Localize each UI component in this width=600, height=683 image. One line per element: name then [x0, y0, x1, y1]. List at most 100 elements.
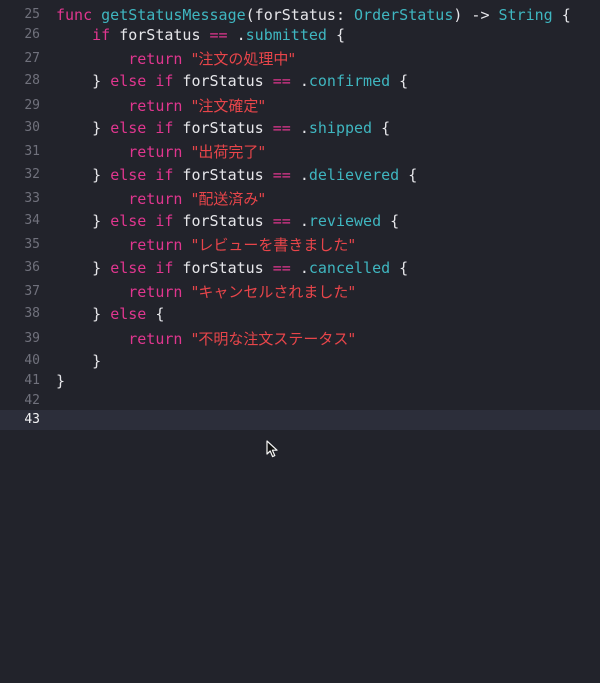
- code-editor[interactable]: 25 func getStatusMessage(forStatus: Order…: [0, 0, 600, 683]
- code-line[interactable]: 32 } else if forStatus == .delievered {: [0, 165, 600, 185]
- code-line[interactable]: 34 } else if forStatus == .reviewed {: [0, 211, 600, 231]
- code-token: "キャンセルされました": [191, 283, 356, 301]
- line-number: 29: [24, 98, 40, 113]
- code-token: return: [128, 283, 183, 301]
- code-token: .: [290, 119, 309, 137]
- mouse-pointer-icon: [266, 440, 278, 458]
- code-line[interactable]: 38 } else {: [0, 304, 600, 324]
- code-line[interactable]: 29 return "注文確定": [0, 96, 600, 116]
- code-line[interactable]: 40 }: [0, 351, 600, 371]
- code-token: "レビューを書きました": [191, 236, 356, 254]
- code-token: }: [56, 352, 102, 370]
- code-token: else: [110, 305, 147, 323]
- code-token: ) ->: [453, 6, 499, 24]
- code-line[interactable]: 36 } else if forStatus == .cancelled {: [0, 258, 600, 278]
- code-token: OrderStatus: [354, 6, 454, 24]
- code-text: } else if forStatus == .delievered {: [56, 165, 417, 185]
- code-token: reviewed: [308, 212, 382, 230]
- code-line[interactable]: 35 return "レビューを書きました": [0, 235, 600, 255]
- code-token: return: [128, 97, 183, 115]
- code-token: getStatusMessage: [101, 6, 246, 24]
- code-token: .: [290, 166, 309, 184]
- code-token: if: [155, 259, 174, 277]
- code-text: func getStatusMessage(forStatus: OrderSt…: [56, 5, 571, 25]
- code-token: {: [390, 259, 409, 277]
- code-line[interactable]: 26 if forStatus == .submitted {: [0, 25, 600, 45]
- code-token: .: [290, 212, 309, 230]
- code-token: {: [390, 72, 409, 90]
- line-number: 32: [24, 167, 40, 182]
- line-number: 37: [24, 284, 40, 299]
- code-line[interactable]: 39 return "不明な注文ステータス": [0, 329, 600, 349]
- line-number: 28: [24, 73, 40, 88]
- code-token: ==: [272, 72, 291, 90]
- code-token: {: [372, 119, 391, 137]
- code-token: else: [110, 119, 147, 137]
- code-token: else: [110, 212, 147, 230]
- code-token: }: [56, 166, 111, 184]
- code-text: return "注文確定": [56, 96, 265, 116]
- code-text: return "注文の処理中": [56, 49, 295, 69]
- code-text: } else if forStatus == .reviewed {: [56, 211, 399, 231]
- code-token: ==: [272, 259, 291, 277]
- code-token: return: [128, 143, 183, 161]
- code-line[interactable]: 27 return "注文の処理中": [0, 49, 600, 69]
- code-line[interactable]: 37 return "キャンセルされました": [0, 282, 600, 302]
- code-text: return "出荷完了": [56, 142, 265, 162]
- line-number: 42: [24, 393, 40, 408]
- code-token: cancelled: [308, 259, 391, 277]
- code-token: else: [110, 72, 147, 90]
- code-token: else: [110, 259, 147, 277]
- code-line[interactable]: 42: [0, 391, 600, 411]
- code-token: "注文確定": [191, 97, 266, 115]
- code-token: func: [56, 6, 93, 24]
- code-token: ==: [272, 166, 291, 184]
- code-token: }: [56, 372, 66, 390]
- code-line[interactable]: 30 } else if forStatus == .shipped {: [0, 118, 600, 138]
- code-token: if: [155, 72, 174, 90]
- code-token: {: [326, 26, 345, 44]
- code-token: "配送済み": [191, 190, 266, 208]
- code-token: return: [128, 330, 183, 348]
- code-token: if: [155, 212, 174, 230]
- code-token: String: [498, 6, 553, 24]
- code-token: delievered: [308, 166, 400, 184]
- line-number: 26: [24, 27, 40, 42]
- code-token: }: [56, 212, 111, 230]
- code-line[interactable]: 41}: [0, 371, 600, 391]
- line-number: 36: [24, 260, 40, 275]
- code-token: {: [399, 166, 418, 184]
- line-number: 39: [24, 331, 40, 346]
- code-text: return "不明な注文ステータス": [56, 329, 355, 349]
- code-token: if: [92, 26, 111, 44]
- code-text: } else if forStatus == .shipped {: [56, 118, 390, 138]
- code-token: return: [128, 236, 183, 254]
- code-token: return: [128, 190, 183, 208]
- line-number: 27: [24, 51, 40, 66]
- code-line[interactable]: 31 return "出荷完了": [0, 142, 600, 162]
- code-token: forStatus: [173, 212, 273, 230]
- code-text: }: [56, 351, 101, 371]
- code-line[interactable]: 28 } else if forStatus == .confirmed {: [0, 71, 600, 91]
- code-token: return: [128, 50, 183, 68]
- line-number: 25: [24, 7, 40, 22]
- code-line[interactable]: 33 return "配送済み": [0, 189, 600, 209]
- code-token: "不明な注文ステータス": [191, 330, 356, 348]
- code-token: }: [56, 119, 111, 137]
- code-token: ==: [272, 212, 291, 230]
- line-number: 35: [24, 237, 40, 252]
- code-line[interactable]: 25 func getStatusMessage(forStatus: Order…: [0, 5, 600, 25]
- line-number: 40: [24, 353, 40, 368]
- code-line[interactable]: 43: [0, 410, 600, 430]
- code-token: forStatus: [173, 166, 273, 184]
- code-token: }: [56, 72, 111, 90]
- line-number: 43: [24, 412, 40, 427]
- code-token: .: [290, 72, 309, 90]
